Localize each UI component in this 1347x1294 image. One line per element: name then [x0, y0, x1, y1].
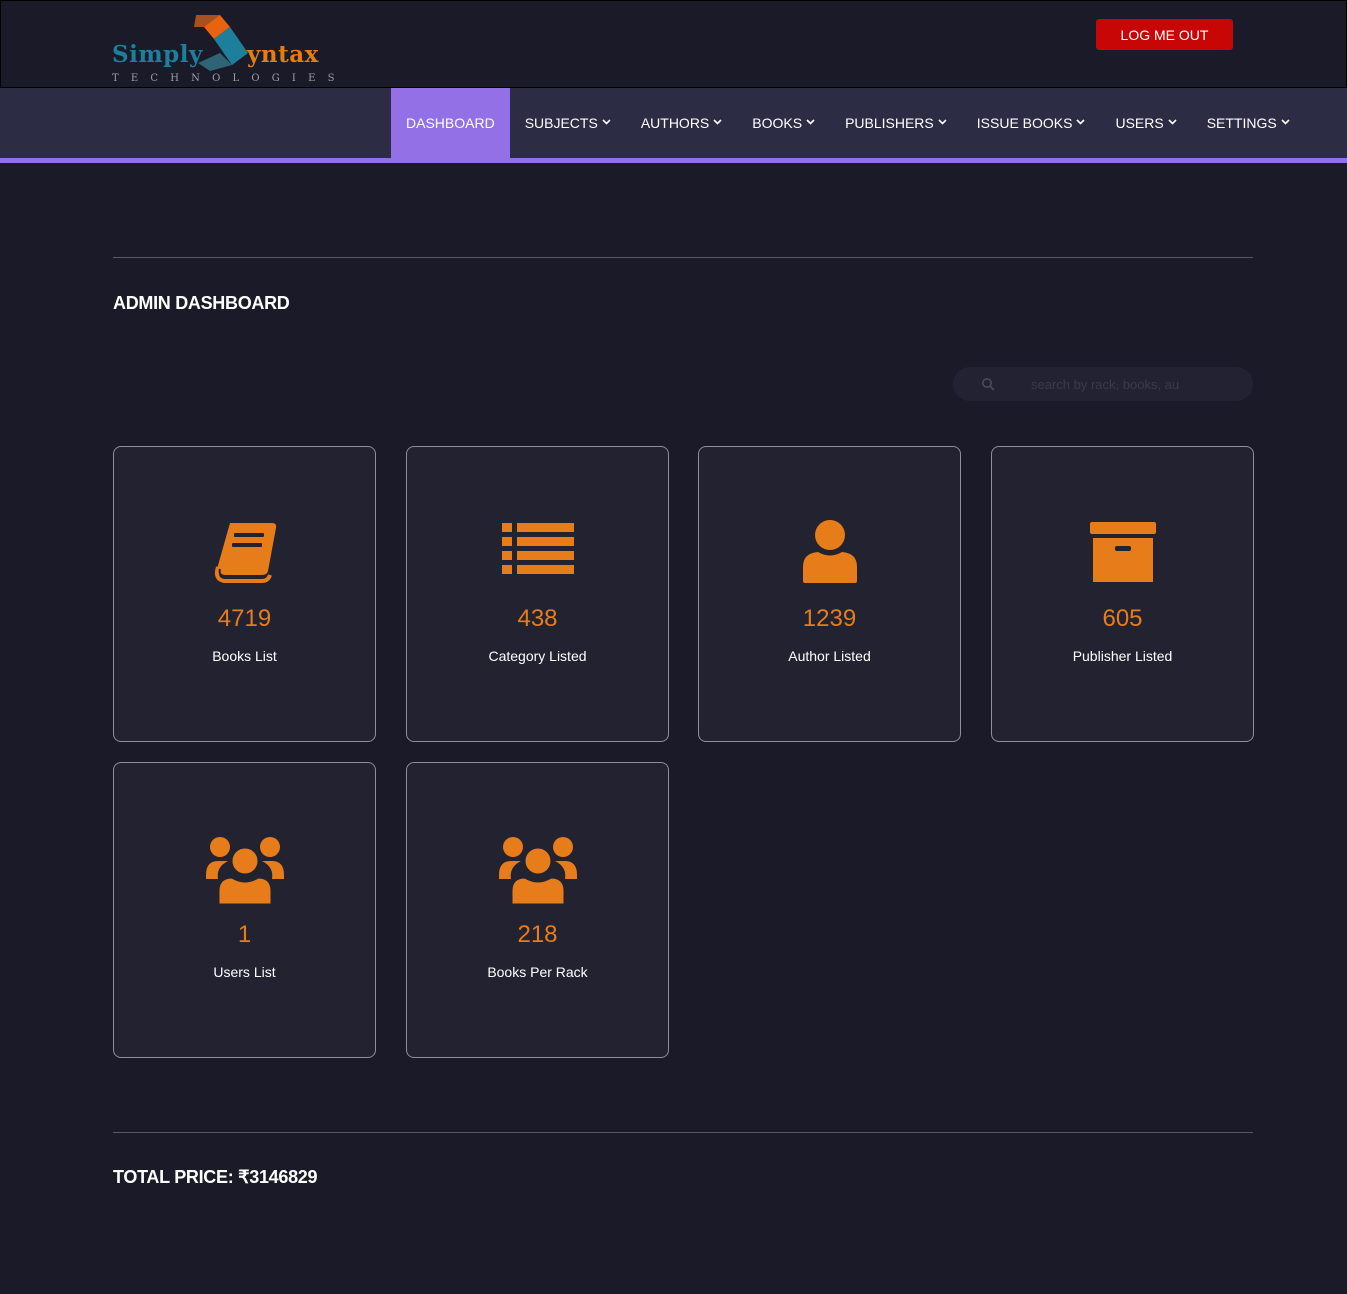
- nav-dashboard-label: DASHBOARD: [406, 115, 495, 131]
- author-label: Author Listed: [788, 648, 871, 664]
- users-label: Users List: [213, 964, 276, 980]
- nav-subjects[interactable]: SUBJECTS: [510, 88, 626, 158]
- nav-books-label: BOOKS: [752, 115, 803, 131]
- archive-icon: [992, 519, 1253, 583]
- total-price: TOTAL PRICE: ₹3146829: [113, 1167, 318, 1187]
- nav-authors-label: AUTHORS: [640, 115, 710, 131]
- logo-word-simply: Simply: [112, 41, 203, 68]
- book-icon: [114, 519, 375, 583]
- list-icon: [407, 519, 668, 583]
- card-books-per-rack[interactable]: 218 Books Per Rack: [406, 762, 669, 1058]
- nav-publishers-label: PUBLISHERS: [845, 115, 934, 131]
- nav-settings-label: SETTINGS: [1206, 115, 1277, 131]
- logo-word-yntax: yntax: [247, 41, 319, 68]
- search-icon: [982, 378, 995, 391]
- chevron-down-icon: [806, 119, 815, 125]
- chevron-down-icon: [1076, 119, 1086, 125]
- category-count: 438: [517, 605, 558, 632]
- search-input[interactable]: [1031, 373, 1231, 395]
- company-logo[interactable]: Simply yntax TECHNOLOGIES: [112, 13, 347, 87]
- nav-dashboard[interactable]: DASHBOARD: [391, 88, 510, 158]
- users-icon: [114, 835, 375, 907]
- nav-publishers[interactable]: PUBLISHERS: [830, 88, 962, 158]
- books-label: Books List: [212, 648, 277, 664]
- chevron-down-icon: [713, 119, 722, 125]
- nav-issue-books[interactable]: ISSUE BOOKS: [962, 88, 1101, 158]
- books-count: 4719: [217, 605, 272, 632]
- nav-users[interactable]: USERS: [1100, 88, 1191, 158]
- logo-tagline: TECHNOLOGIES: [112, 73, 347, 84]
- logout-button[interactable]: LOG ME OUT: [1096, 19, 1233, 50]
- nav-users-label: USERS: [1115, 115, 1164, 131]
- card-users-list[interactable]: 1 Users List: [113, 762, 376, 1058]
- card-category-listed[interactable]: 438 Category Listed: [406, 446, 669, 742]
- search-box[interactable]: [953, 367, 1253, 401]
- nav-subjects-label: SUBJECTS: [524, 115, 598, 131]
- divider-top: [113, 257, 1253, 258]
- publisher-count: 605: [1102, 605, 1143, 632]
- users-count: 1: [237, 921, 252, 948]
- nav-settings[interactable]: SETTINGS: [1192, 88, 1305, 158]
- divider-bottom: [113, 1132, 1253, 1133]
- books-per-rack-label: Books Per Rack: [487, 964, 588, 980]
- main-nav: DASHBOARD SUBJECTS AUTHORS BOOKS PUBLISH…: [391, 88, 1305, 158]
- nav-issue-books-label: ISSUE BOOKS: [976, 115, 1073, 131]
- chevron-down-icon: [602, 119, 611, 125]
- nav-books[interactable]: BOOKS: [737, 88, 830, 158]
- nav-authors[interactable]: AUTHORS: [626, 88, 737, 158]
- card-author-listed[interactable]: 1239 Author Listed: [698, 446, 961, 742]
- chevron-down-icon: [1281, 119, 1290, 125]
- card-books-list[interactable]: 4719 Books List: [113, 446, 376, 742]
- users-icon: [407, 835, 668, 907]
- navbar-underline: [0, 158, 1347, 163]
- chevron-down-icon: [938, 119, 947, 125]
- card-publisher-listed[interactable]: 605 Publisher Listed: [991, 446, 1254, 742]
- chevron-down-icon: [1168, 119, 1177, 125]
- author-count: 1239: [802, 605, 857, 632]
- user-icon: [699, 519, 960, 583]
- publisher-label: Publisher Listed: [1072, 648, 1173, 664]
- books-per-rack-count: 218: [517, 921, 558, 948]
- category-label: Category Listed: [488, 648, 587, 664]
- page-title: ADMIN DASHBOARD: [113, 293, 290, 313]
